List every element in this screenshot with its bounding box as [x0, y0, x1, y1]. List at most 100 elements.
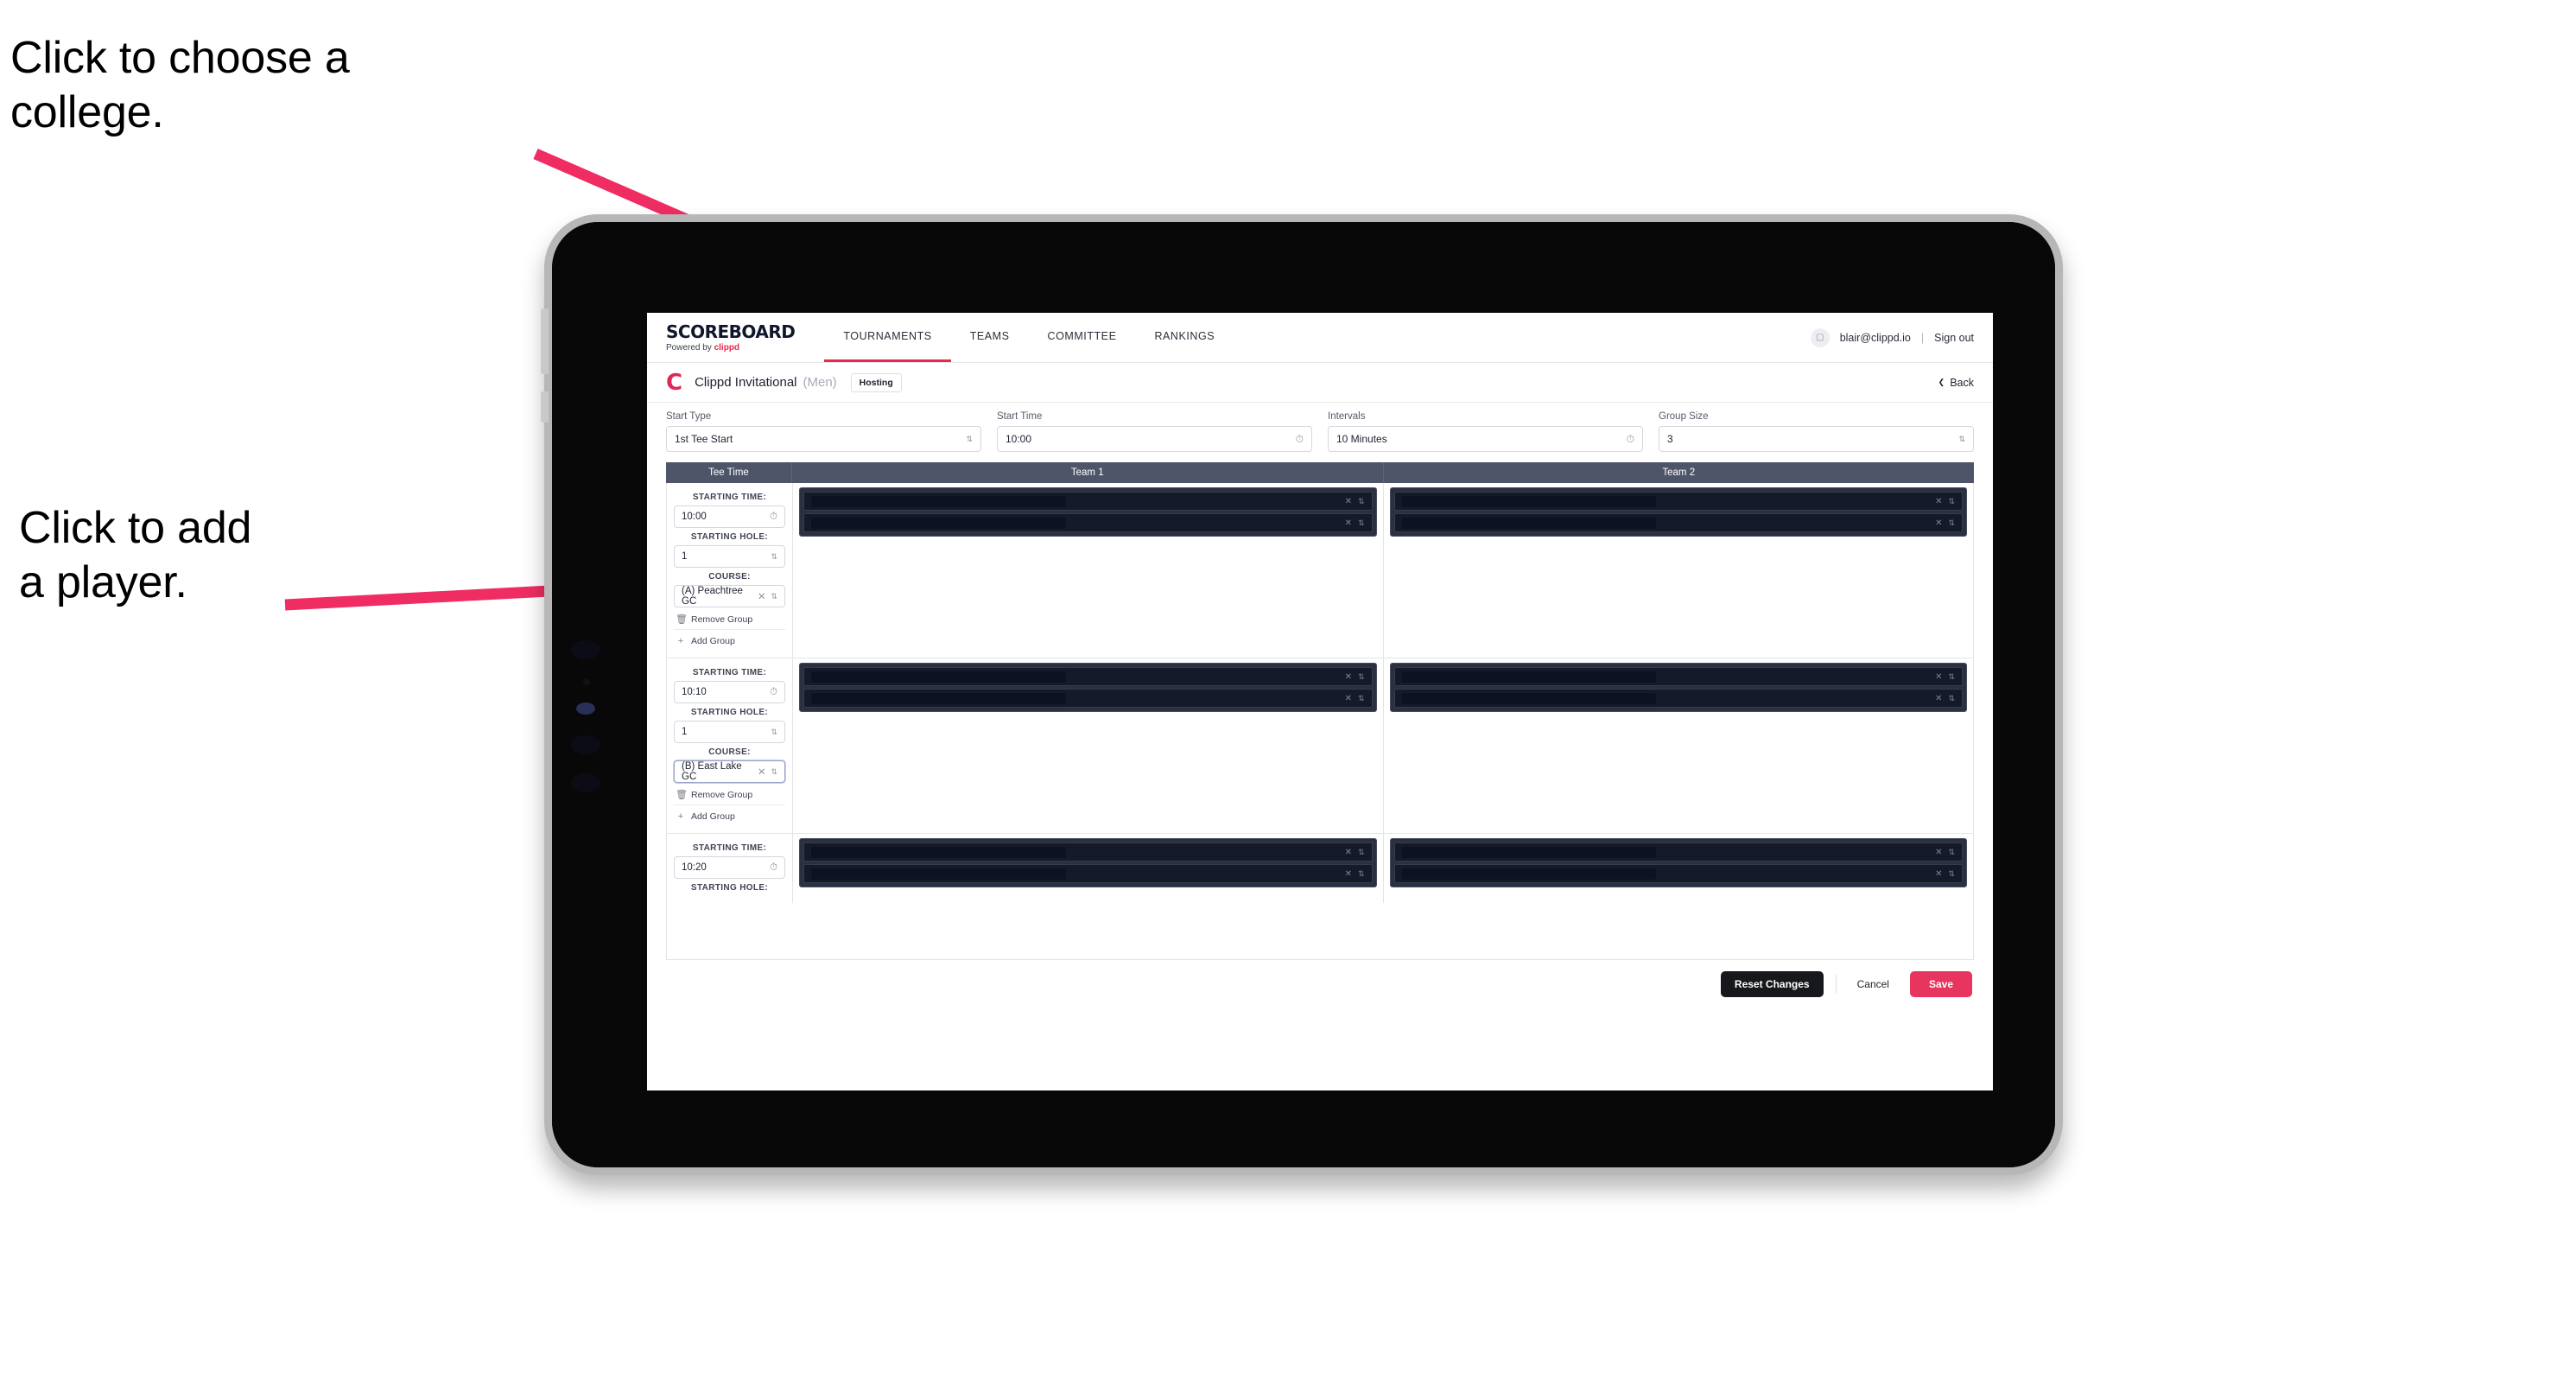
starting-hole-stepper[interactable]: 1 ⇅: [674, 721, 785, 743]
field-group-size: Group Size 3 ⇅: [1659, 411, 1974, 452]
back-button[interactable]: ❮ Back: [1938, 377, 1974, 389]
cancel-button[interactable]: Cancel: [1849, 971, 1898, 997]
sign-out-link[interactable]: Sign out: [1934, 332, 1974, 344]
starting-time-input[interactable]: 10:00 ⏱: [674, 505, 785, 528]
group-size-stepper[interactable]: 3 ⇅: [1659, 426, 1974, 452]
close-icon[interactable]: ✕: [1345, 694, 1352, 703]
starting-time-value: 10:10: [682, 687, 707, 697]
player-name-redacted: [811, 692, 1066, 704]
close-icon[interactable]: ✕: [1345, 848, 1352, 857]
chevron-updown-icon: ⇅: [771, 591, 777, 601]
field-intervals-label: Intervals: [1328, 411, 1366, 422]
table-row: STARTING TIME: 10:00 ⏱ STARTING HOLE: 1 …: [667, 483, 1973, 658]
player-select[interactable]: ✕ ⇅: [803, 864, 1373, 883]
close-icon[interactable]: ✕: [1935, 672, 1942, 682]
close-icon[interactable]: ✕: [758, 766, 766, 778]
starting-hole-label: STARTING HOLE:: [690, 708, 769, 717]
column-header-tee-time: Tee Time: [666, 462, 792, 483]
annotation-add-player: Click to add a player.: [19, 503, 252, 608]
tablet-camera-icon: [571, 640, 600, 659]
player-select[interactable]: ✕ ⇅: [1393, 492, 1963, 511]
trash-icon: 🗑: [676, 790, 688, 800]
nav-tab-teams[interactable]: TEAMS: [951, 313, 1029, 362]
intervals-value: 10 Minutes: [1336, 433, 1387, 445]
close-icon[interactable]: ✕: [1935, 518, 1942, 528]
add-group-button[interactable]: + Add Group: [674, 630, 785, 651]
close-icon[interactable]: ✕: [1345, 497, 1352, 506]
remove-group-label: Remove Group: [691, 789, 753, 800]
tablet-screen-bezel: SCOREBOARD Powered by clippd TOURNAMENTS…: [552, 222, 2055, 1167]
team-2-cell: ✕ ⇅ ✕ ⇅: [1382, 834, 1974, 903]
start-type-select[interactable]: 1st Tee Start ⇅: [666, 426, 981, 452]
player-select[interactable]: ✕ ⇅: [803, 842, 1373, 861]
player-card: ✕ ⇅ ✕ ⇅: [1389, 838, 1967, 887]
player-card: ✕ ⇅ ✕ ⇅: [799, 838, 1377, 887]
chevron-left-icon: ❮: [1938, 378, 1945, 386]
user-avatar-icon[interactable]: ▢: [1810, 327, 1830, 347]
close-icon[interactable]: ✕: [1935, 848, 1942, 857]
start-time-input[interactable]: 10:00 ⏱: [997, 426, 1312, 452]
tournament-gender: (Men): [803, 375, 837, 390]
field-start-time-label: Start Time: [997, 411, 1043, 422]
close-icon[interactable]: ✕: [1935, 694, 1942, 703]
intervals-input[interactable]: 10 Minutes ⏱: [1328, 426, 1643, 452]
close-icon[interactable]: ✕: [758, 590, 766, 602]
close-icon[interactable]: ✕: [1345, 518, 1352, 528]
nav-tab-tournaments[interactable]: TOURNAMENTS: [824, 313, 951, 362]
table-row: STARTING TIME: 10:20 ⏱ STARTING HOLE: ✕ ⇅…: [667, 834, 1973, 903]
close-icon[interactable]: ✕: [1935, 497, 1942, 506]
starting-time-input[interactable]: 10:10 ⏱: [674, 681, 785, 703]
player-select[interactable]: ✕ ⇅: [803, 513, 1373, 532]
player-select[interactable]: ✕ ⇅: [1393, 667, 1963, 686]
player-card: ✕ ⇅ ✕ ⇅: [799, 663, 1377, 712]
footer-divider: [1835, 975, 1837, 994]
clock-icon: ⏱: [770, 511, 777, 522]
close-icon[interactable]: ✕: [1345, 672, 1352, 682]
group-size-value: 3: [1667, 433, 1673, 445]
chevron-updown-icon: ⇅: [966, 434, 973, 443]
remove-group-button[interactable]: 🗑 Remove Group: [674, 607, 785, 630]
close-icon[interactable]: ✕: [1935, 869, 1942, 879]
team-1-cell: ✕ ⇅ ✕ ⇅: [793, 658, 1383, 833]
player-name-redacted: [811, 495, 1066, 507]
player-select[interactable]: ✕ ⇅: [803, 689, 1373, 708]
starting-hole-label: STARTING HOLE:: [690, 532, 769, 542]
chevron-updown-icon: ⇅: [1357, 518, 1365, 527]
close-icon[interactable]: ✕: [1345, 869, 1352, 879]
app-screen: SCOREBOARD Powered by clippd TOURNAMENTS…: [647, 313, 1993, 1090]
column-header-team-2: Team 2: [1382, 462, 1975, 483]
player-select[interactable]: ✕ ⇅: [1393, 842, 1963, 861]
save-button[interactable]: Save: [1909, 971, 1972, 997]
field-start-type: Start Type 1st Tee Start ⇅: [666, 411, 981, 452]
logo-tagline: Powered by clippd: [666, 343, 795, 353]
tablet-speaker-icon: [571, 735, 600, 754]
tee-time-cell: STARTING TIME: 10:10 ⏱ STARTING HOLE: 1 …: [667, 658, 793, 833]
nav-tab-rankings[interactable]: RANKINGS: [1135, 313, 1234, 362]
starting-time-label: STARTING TIME:: [692, 843, 767, 853]
reset-changes-button[interactable]: Reset Changes: [1720, 971, 1824, 997]
add-group-button[interactable]: + Add Group: [674, 805, 785, 826]
trash-icon: 🗑: [676, 614, 688, 625]
chevron-updown-icon: ⇅: [1357, 868, 1365, 878]
course-select[interactable]: (B) East Lake GC ✕ ⇅: [674, 760, 785, 783]
player-select[interactable]: ✕ ⇅: [1393, 864, 1963, 883]
tablet-lens-icon: [576, 703, 595, 715]
course-select[interactable]: (A) Peachtree GC ✕ ⇅: [674, 585, 785, 607]
starting-hole-stepper[interactable]: 1 ⇅: [674, 545, 785, 568]
player-select[interactable]: ✕ ⇅: [1393, 689, 1963, 708]
action-footer: Reset Changes Cancel Save: [647, 960, 1993, 1008]
player-select[interactable]: ✕ ⇅: [803, 492, 1373, 511]
player-select[interactable]: ✕ ⇅: [803, 667, 1373, 686]
app-header: SCOREBOARD Powered by clippd TOURNAMENTS…: [647, 313, 1993, 363]
clock-icon: ⏱: [1626, 432, 1634, 445]
remove-group-button[interactable]: 🗑 Remove Group: [674, 783, 785, 805]
team-1-cell: ✕ ⇅ ✕ ⇅: [793, 834, 1383, 903]
starting-time-input[interactable]: 10:20 ⏱: [674, 856, 785, 879]
chevron-updown-icon: ⇅: [771, 727, 777, 736]
nav-tab-committee[interactable]: COMMITTEE: [1029, 313, 1136, 362]
player-select[interactable]: ✕ ⇅: [1393, 513, 1963, 532]
clippd-logo-icon: C: [666, 369, 683, 396]
team-1-cell: ✕ ⇅ ✕ ⇅: [793, 483, 1383, 658]
scoreboard-logo[interactable]: SCOREBOARD Powered by clippd: [666, 313, 824, 362]
team-2-cell: ✕ ⇅ ✕ ⇅: [1382, 658, 1974, 833]
